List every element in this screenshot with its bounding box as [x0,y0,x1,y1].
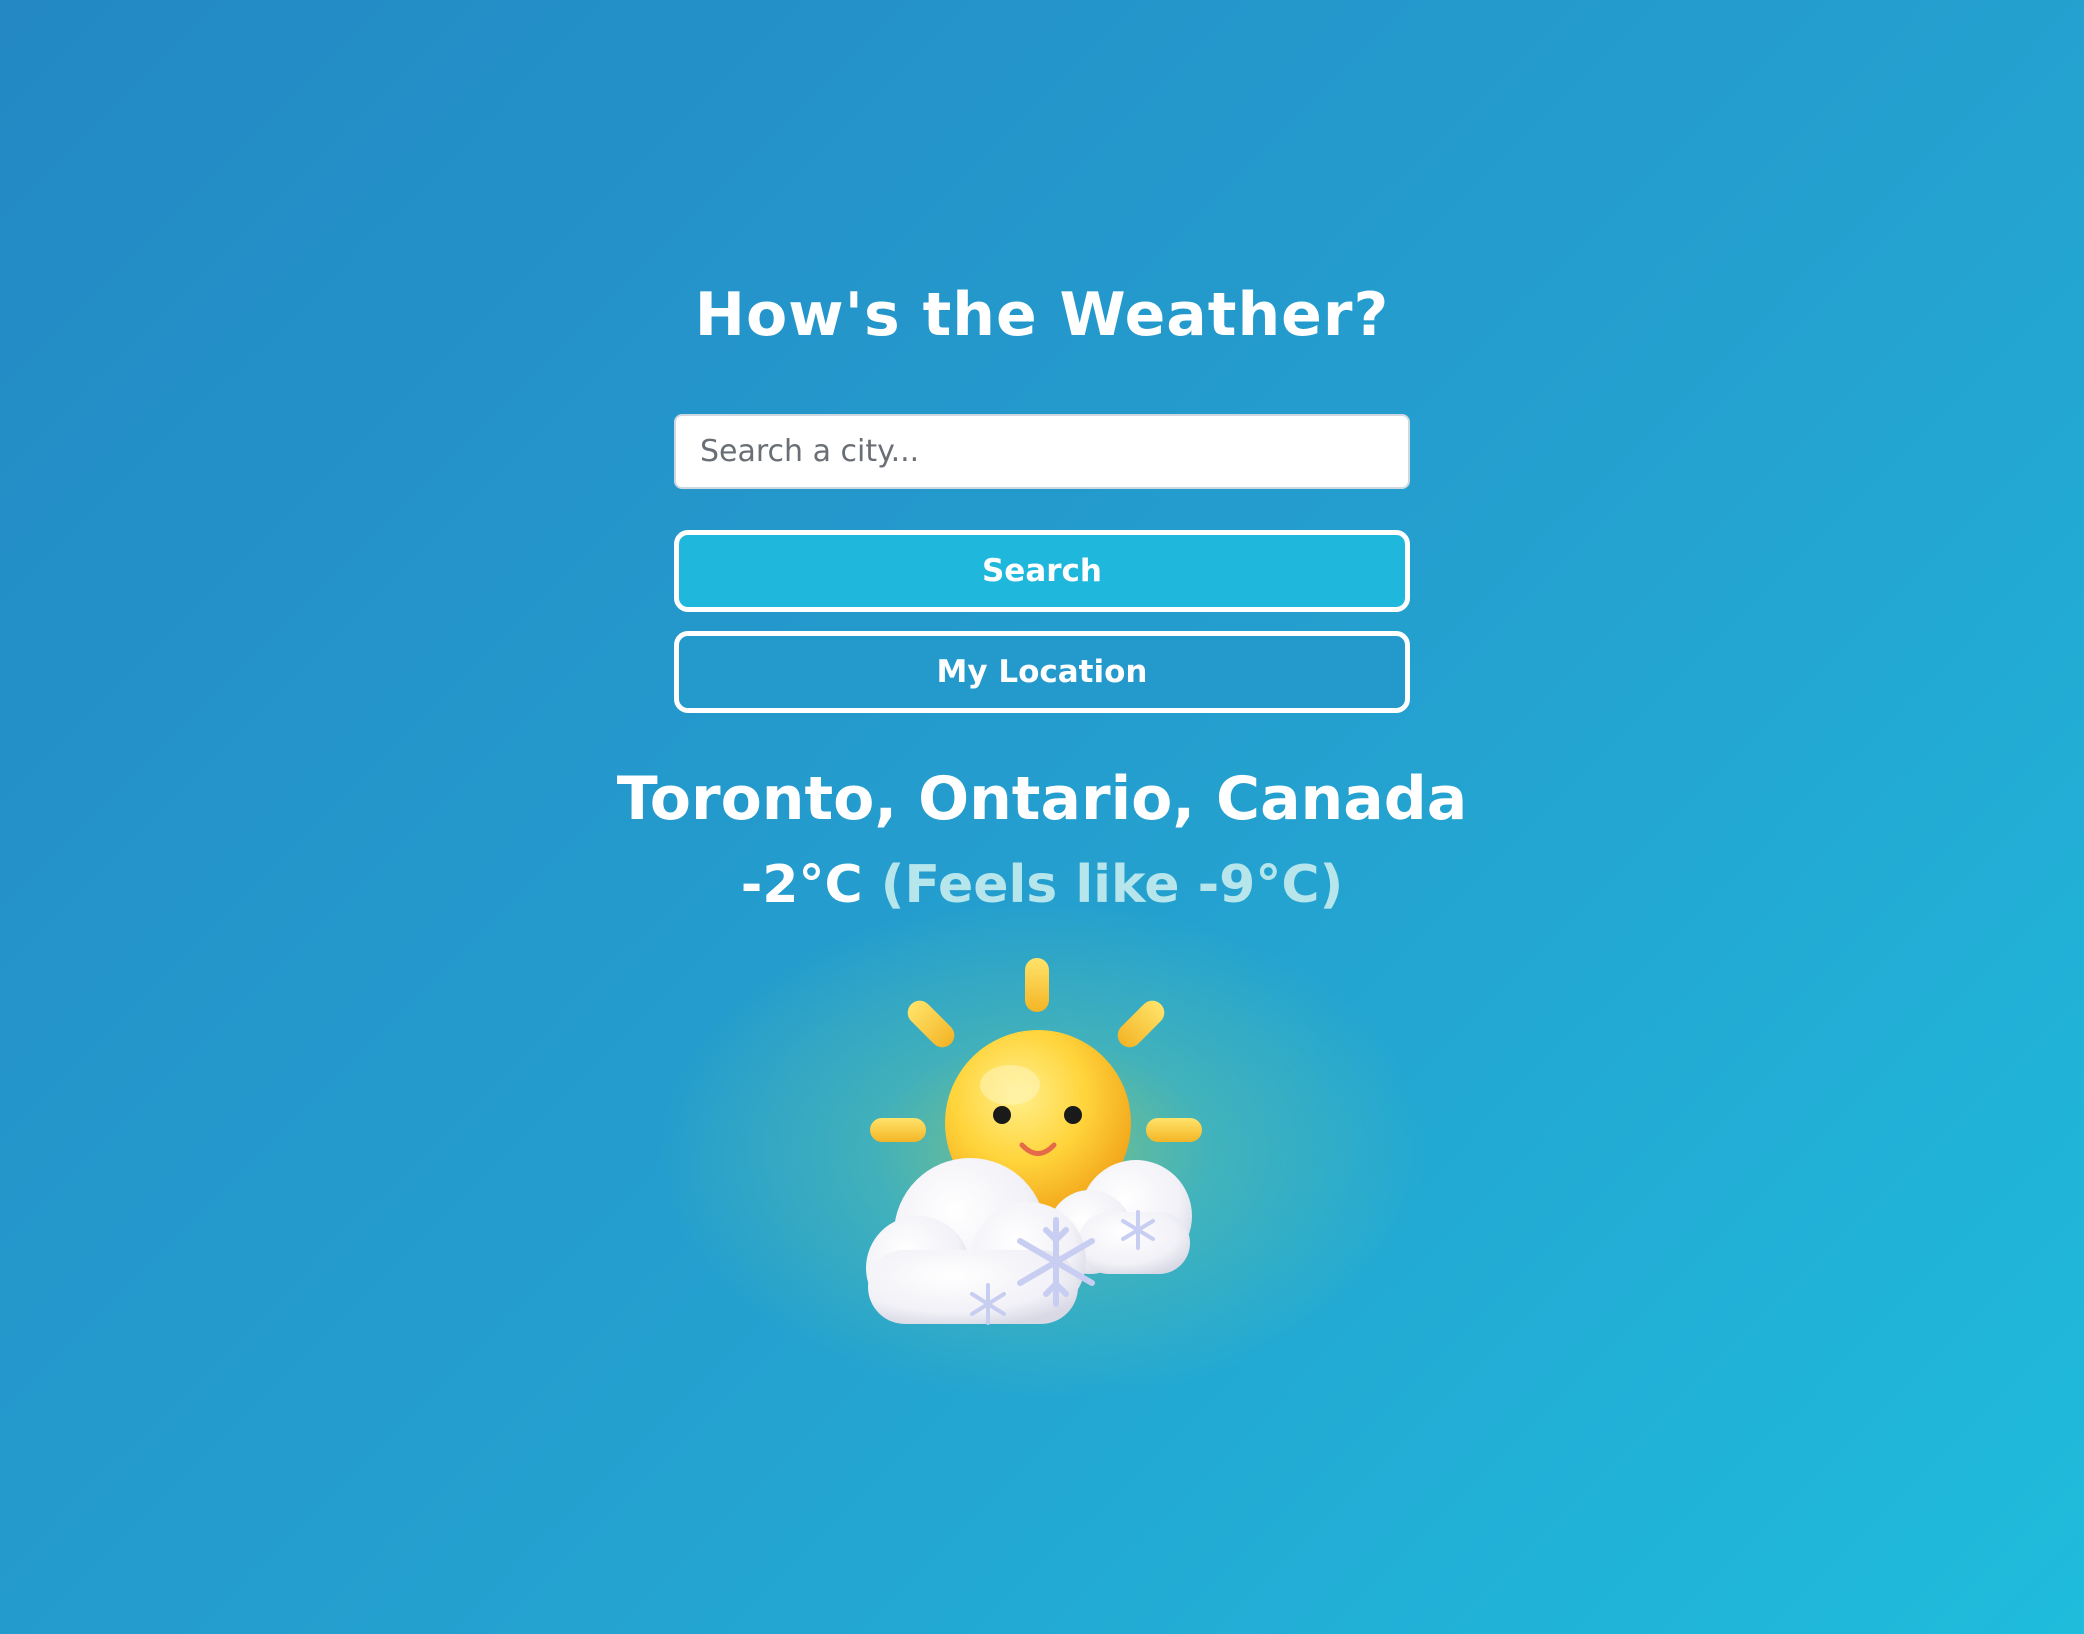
my-location-button[interactable]: My Location [674,631,1410,713]
temperature-value: -2°C [740,855,863,915]
weather-app: How's the Weather? Search My Location To… [0,0,2084,1634]
location-name: Toronto, Ontario, Canada [616,764,1468,834]
city-search-input[interactable] [674,414,1410,489]
sun-with-snow-clouds-icon [866,958,1202,1325]
app-title: How's the Weather? [694,280,1390,350]
search-button[interactable]: Search [674,530,1410,612]
my-location-button-label: My Location [936,654,1148,690]
search-button-label: Search [981,553,1102,589]
